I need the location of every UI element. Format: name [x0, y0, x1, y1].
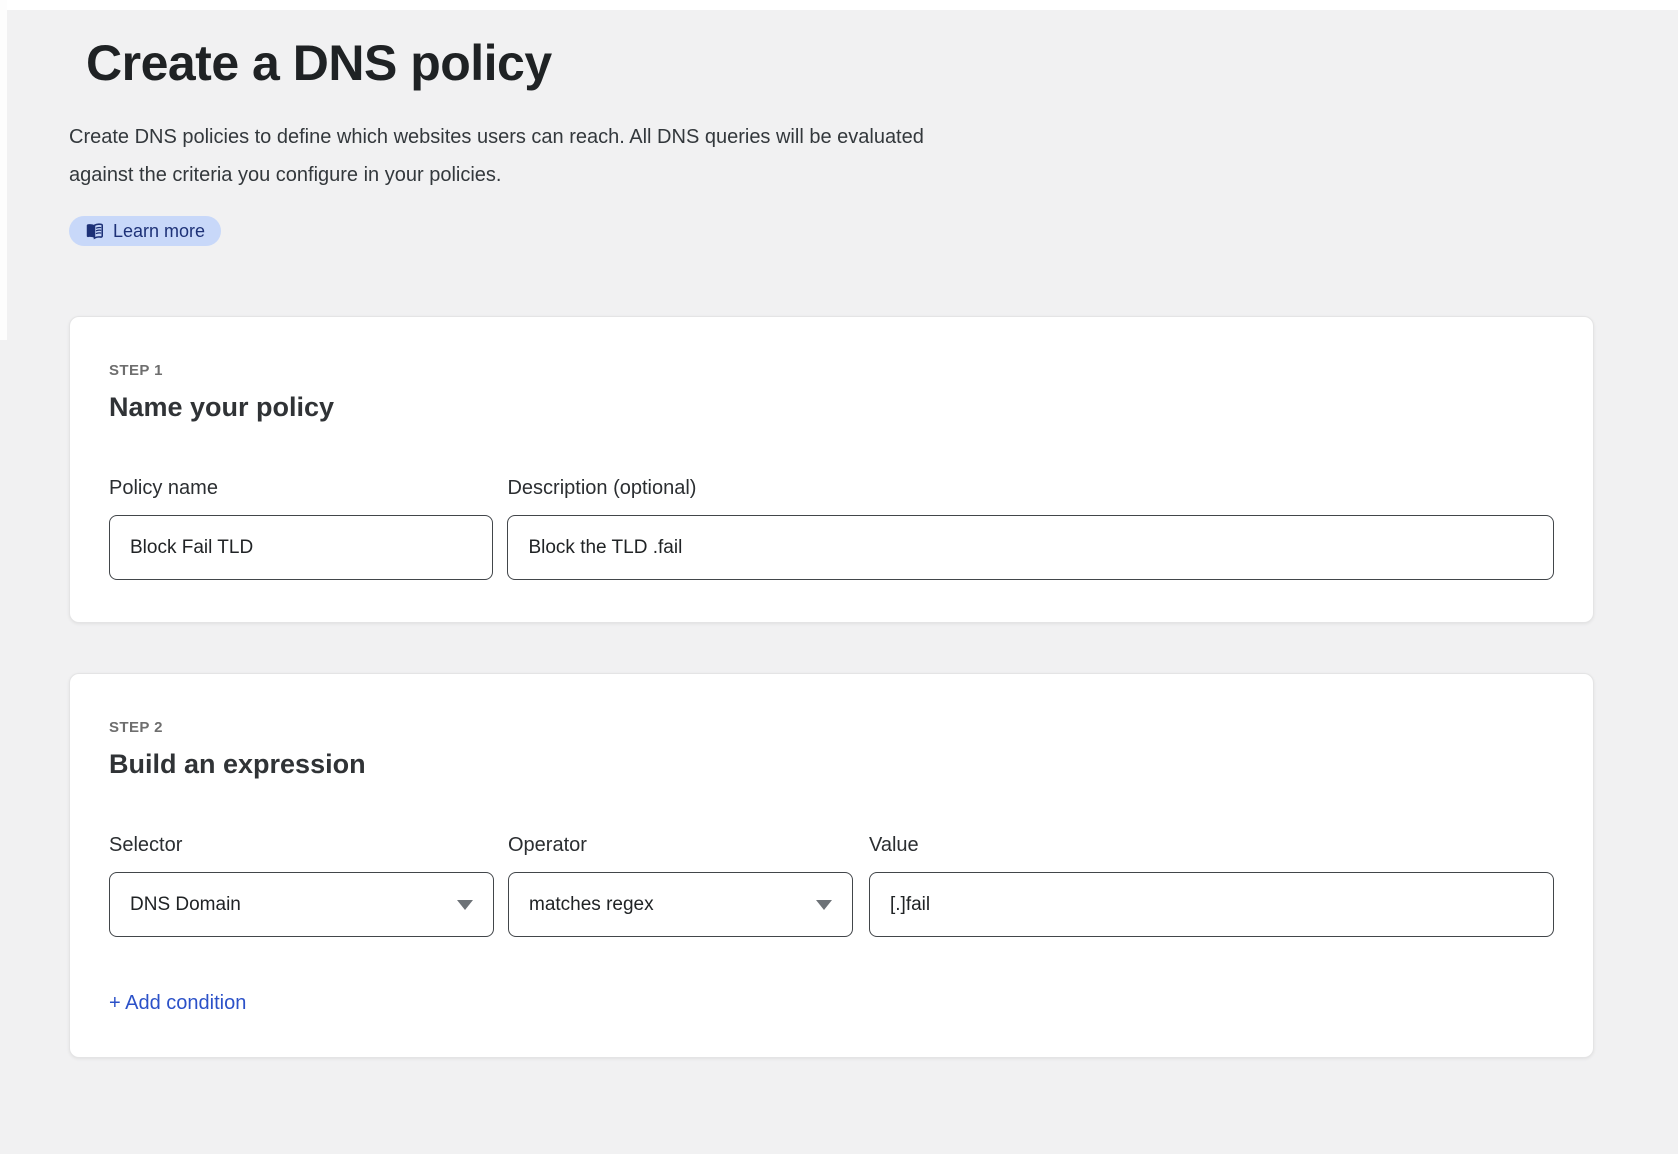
policy-name-field-group: Policy name	[109, 477, 493, 580]
selector-dropdown[interactable]: DNS Domain	[109, 872, 494, 937]
page-description: Create DNS policies to define which webs…	[69, 118, 1594, 194]
book-icon	[85, 223, 104, 240]
step2-card: STEP 2 Build an expression Selector DNS …	[69, 673, 1594, 1058]
page-description-line-1: Create DNS policies to define which webs…	[69, 118, 1594, 156]
page-title: Create a DNS policy	[86, 34, 1594, 92]
policy-name-input[interactable]	[109, 515, 493, 580]
chevron-down-icon	[457, 900, 473, 910]
step1-heading: Name your policy	[109, 392, 1554, 423]
chevron-down-icon	[816, 900, 832, 910]
page-description-line-2: against the criteria you configure in yo…	[69, 156, 1594, 194]
value-label: Value	[869, 834, 1554, 857]
step2-label: STEP 2	[109, 719, 1554, 736]
create-dns-policy-page: Create a DNS policy Create DNS policies …	[0, 0, 1594, 1058]
value-field-group: Value	[869, 834, 1554, 937]
selector-field-group: Selector DNS Domain	[109, 834, 494, 937]
add-condition-link[interactable]: + Add condition	[109, 992, 246, 1015]
learn-more-button[interactable]: Learn more	[69, 216, 221, 246]
operator-dropdown[interactable]: matches regex	[508, 872, 853, 937]
selector-dropdown-value: DNS Domain	[130, 894, 241, 916]
step2-heading: Build an expression	[109, 749, 1554, 780]
operator-label: Operator	[508, 834, 853, 857]
operator-field-group: Operator matches regex	[508, 834, 853, 937]
description-field-group: Description (optional)	[507, 477, 1554, 580]
description-input[interactable]	[507, 515, 1554, 580]
step1-label: STEP 1	[109, 362, 1554, 379]
policy-name-label: Policy name	[109, 477, 493, 500]
value-input[interactable]	[869, 872, 1554, 937]
selector-label: Selector	[109, 834, 494, 857]
operator-dropdown-value: matches regex	[529, 894, 654, 916]
description-label: Description (optional)	[507, 477, 1554, 500]
learn-more-label: Learn more	[113, 221, 205, 242]
step1-card: STEP 1 Name your policy Policy name Desc…	[69, 316, 1594, 623]
